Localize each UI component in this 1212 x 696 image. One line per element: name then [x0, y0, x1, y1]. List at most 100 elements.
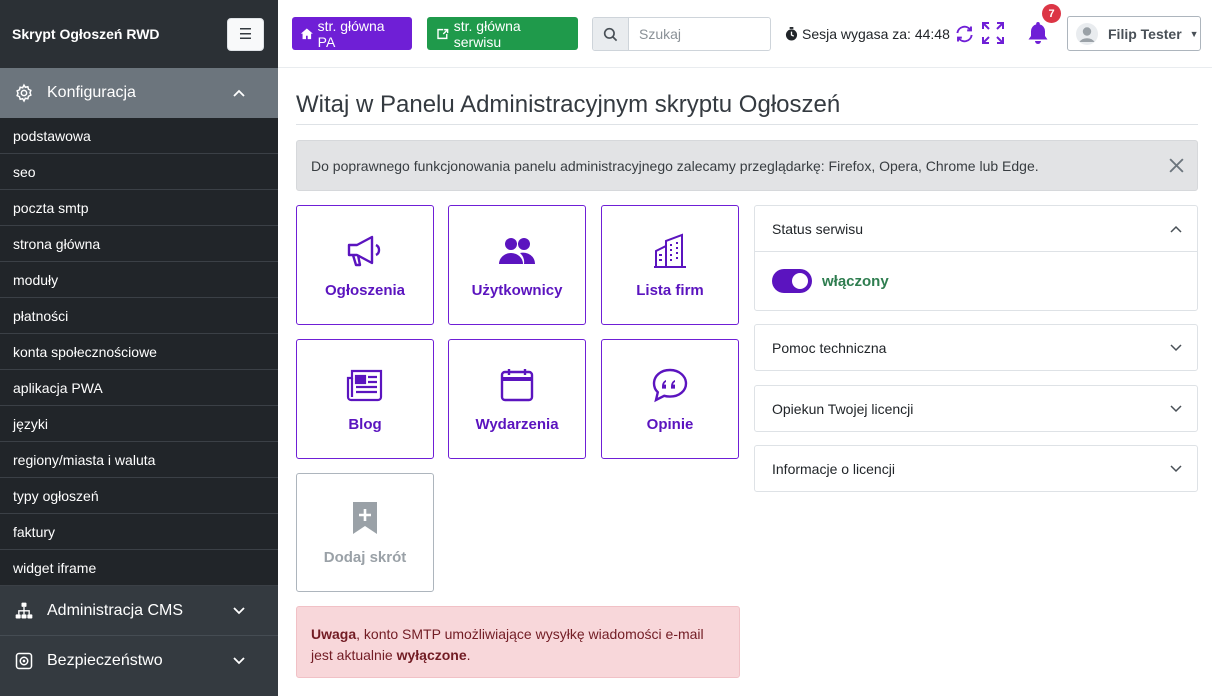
users-icon [499, 237, 536, 264]
service-status-toggle[interactable] [772, 269, 812, 293]
panel-header[interactable]: Pomoc techniczna [755, 325, 1197, 370]
user-menu-button[interactable]: Filip Tester ▼ [1067, 16, 1201, 51]
fullscreen-icon[interactable] [981, 21, 1005, 45]
browser-notice: Do poprawnego funkcjonowania panelu admi… [296, 140, 1198, 191]
page-title: Witaj w Panelu Administracyjnym skryptu … [296, 91, 841, 118]
tile-ads[interactable]: Ogłoszenia [296, 205, 434, 325]
toggle-knob [792, 273, 808, 289]
buildings-icon [654, 233, 686, 268]
sidebar-item-invoices[interactable]: faktury [0, 514, 278, 550]
panel-title: Status serwisu [772, 220, 864, 237]
panel-title: Informacje o licencji [772, 460, 895, 477]
sidebar-item-modules[interactable]: moduły [0, 262, 278, 298]
main-content: Witaj w Panelu Administracyjnym skryptu … [278, 68, 1212, 696]
sidebar: Skrypt Ogłoszeń RWD ☰ Konfiguracja podst… [0, 0, 278, 696]
gear-icon [16, 83, 32, 103]
user-name: Filip Tester [1108, 25, 1182, 42]
tile-events[interactable]: Wydarzenia [448, 339, 586, 459]
tile-label: Lista firm [636, 281, 704, 299]
chevron-up-icon [1170, 225, 1182, 233]
sidebar-section-label: Administracja CMS [47, 601, 184, 619]
browser-notice-text: Do poprawnego funkcjonowania panelu admi… [311, 157, 1039, 174]
config-submenu: podstawowa seo poczta smtp strona główna… [0, 118, 278, 586]
sidebar-brand: Skrypt Ogłoszeń RWD ☰ [0, 0, 278, 68]
session-timer: Sesja wygasa za: 44:48 [785, 24, 975, 44]
tile-users[interactable]: Użytkownicy [448, 205, 586, 325]
panel-license-keeper: Opiekun Twojej licencji [754, 385, 1198, 432]
external-link-icon [437, 28, 449, 39]
search-button[interactable] [593, 18, 629, 50]
chevron-down-icon [233, 657, 245, 665]
chevron-down-icon [1170, 464, 1182, 472]
panel-header[interactable]: Opiekun Twojej licencji [755, 386, 1197, 431]
sidebar-item-social[interactable]: konta społecznościowe [0, 334, 278, 370]
calendar-icon [500, 368, 534, 401]
smtp-warning-alert: Uwaga, konto SMTP umożliwiające wysyłkę … [296, 606, 740, 678]
alert-strong-label: Uwaga [311, 626, 357, 642]
admin-home-button[interactable]: str. główna PA [292, 17, 412, 50]
sidebar-item-payments[interactable]: płatności [0, 298, 278, 334]
sidebar-item-languages[interactable]: języki [0, 406, 278, 442]
site-home-label: str. główna serwisu [453, 17, 521, 50]
sidebar-section-config[interactable]: Konfiguracja [0, 68, 278, 118]
site-home-button[interactable]: str. główna serwisu [427, 17, 578, 50]
alert-text: , konto SMTP umożliwiające wysyłkę wiado… [311, 626, 704, 663]
tile-label: Dodaj skrót [323, 549, 407, 566]
newspaper-icon [346, 369, 383, 401]
search-icon [603, 27, 618, 41]
shield-icon [15, 652, 33, 670]
session-text: Sesja wygasa za: 44:48 [802, 26, 950, 42]
sidebar-item-seo[interactable]: seo [0, 154, 278, 190]
megaphone-icon [347, 235, 381, 266]
admin-home-label: str. główna PA [317, 17, 385, 50]
tile-companies[interactable]: Lista firm [601, 205, 739, 325]
panel-title: Pomoc techniczna [772, 339, 887, 356]
tile-label: Wydarzenia [475, 415, 559, 433]
tile-label: Blog [348, 415, 382, 433]
sidebar-section-cms[interactable]: Administracja CMS [0, 586, 278, 636]
sitemap-icon [15, 602, 33, 618]
avatar-icon [1076, 22, 1098, 45]
sidebar-item-home[interactable]: strona główna [0, 226, 278, 262]
search-input[interactable] [629, 18, 769, 50]
sidebar-section-label: Konfiguracja [47, 84, 136, 101]
quote-bubble-icon [652, 368, 688, 402]
tile-blog[interactable]: Blog [296, 339, 434, 459]
caret-down-icon: ▼ [1189, 28, 1199, 39]
panel-header[interactable]: Informacje o licencji [755, 446, 1197, 491]
stopwatch-icon [785, 27, 798, 41]
sidebar-item-regions[interactable]: regiony/miasta i waluta [0, 442, 278, 478]
sidebar-item-smtp[interactable]: poczta smtp [0, 190, 278, 226]
sidebar-section-security[interactable]: Bezpieczeństwo [0, 636, 278, 686]
sidebar-section-label: Bezpieczeństwo [47, 652, 163, 669]
panel-header[interactable]: Status serwisu [755, 206, 1197, 251]
close-icon[interactable] [1168, 157, 1185, 174]
title-divider [296, 124, 1198, 125]
alert-status: wyłączone [396, 647, 467, 663]
sidebar-item-pwa[interactable]: aplikacja PWA [0, 370, 278, 406]
chevron-down-icon [1170, 404, 1182, 412]
tile-reviews[interactable]: Opinie [601, 339, 739, 459]
bookmark-plus-icon [353, 502, 377, 534]
sidebar-item-podstawowa[interactable]: podstawowa [0, 118, 278, 154]
tile-label: Ogłoszenia [324, 281, 406, 299]
notification-badge: 7 [1042, 4, 1061, 23]
panel-tech-support: Pomoc techniczna [754, 324, 1198, 371]
panel-body: włączony [755, 251, 1197, 310]
panel-title: Opiekun Twojej licencji [772, 400, 914, 417]
tile-label: Użytkownicy [471, 281, 563, 299]
panel-service-status: Status serwisu włączony [754, 205, 1198, 311]
search-box [592, 17, 771, 51]
alert-end: . [466, 647, 471, 663]
sidebar-item-widget[interactable]: widget iframe [0, 550, 278, 586]
add-shortcut-tile[interactable]: Dodaj skrót [296, 473, 434, 592]
chevron-up-icon [233, 89, 245, 97]
chevron-down-icon [233, 606, 245, 614]
refresh-icon[interactable] [954, 24, 975, 44]
menu-toggle-button[interactable]: ☰ [227, 17, 264, 51]
service-status-value: włączony [822, 272, 889, 290]
sidebar-item-ad-types[interactable]: typy ogłoszeń [0, 478, 278, 514]
home-icon [300, 27, 313, 39]
chevron-down-icon [1170, 343, 1182, 351]
bell-icon[interactable] [1027, 20, 1049, 46]
